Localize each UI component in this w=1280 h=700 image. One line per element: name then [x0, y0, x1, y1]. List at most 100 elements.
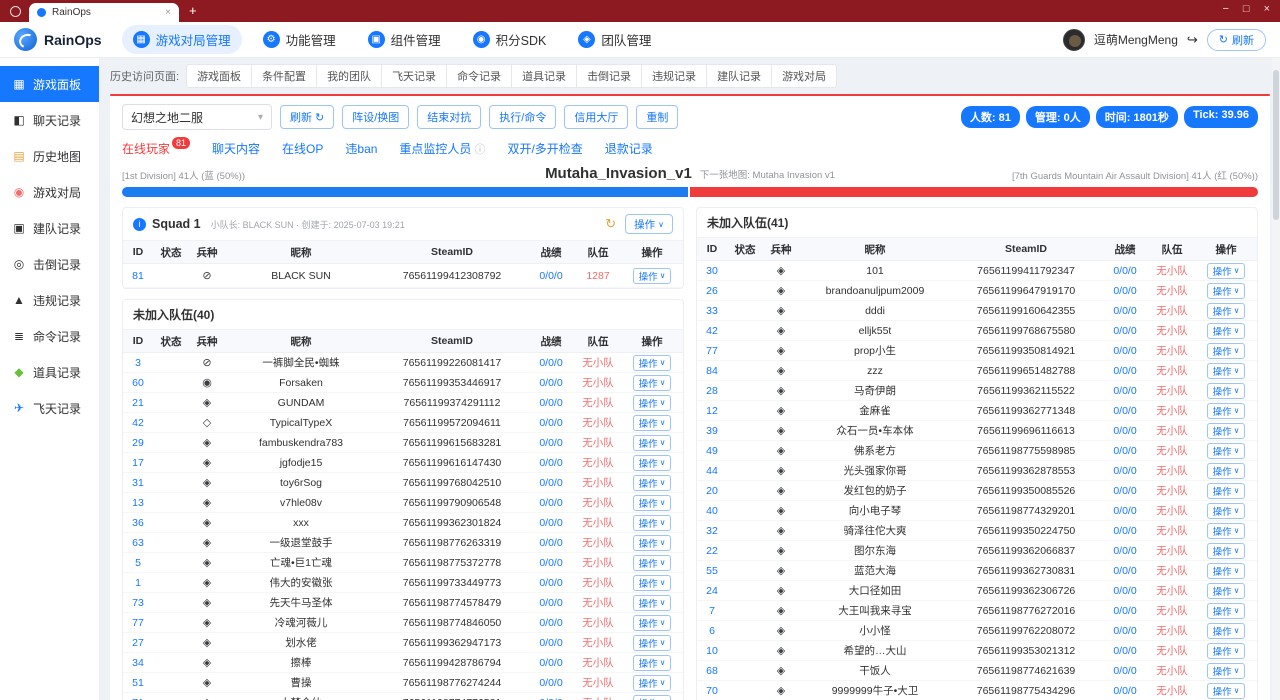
avatar[interactable] — [1063, 29, 1085, 51]
refresh-icon[interactable]: ↻ — [605, 216, 616, 232]
row-action-button[interactable]: 操作 ∨ — [633, 455, 672, 471]
row-action-button[interactable]: 操作 ∨ — [633, 435, 672, 451]
squad-action-button[interactable]: 操作 ∨ — [625, 214, 673, 234]
match-tab[interactable]: 退款记录 — [605, 140, 653, 157]
browser-menu-icon[interactable] — [10, 6, 21, 17]
window-scrollbar[interactable] — [1272, 58, 1280, 700]
sidebar-item[interactable]: ◆ 道具记录 — [0, 354, 99, 390]
toolbar-button[interactable]: 刷新 ↻ — [280, 105, 334, 129]
minimize-icon[interactable]: − — [1222, 3, 1228, 15]
player-id[interactable]: 31 — [123, 477, 153, 489]
player-id[interactable]: 6 — [697, 625, 727, 637]
player-id[interactable]: 68 — [697, 665, 727, 677]
row-action-button[interactable]: 操作 ∨ — [1207, 363, 1246, 379]
row-action-button[interactable]: 操作 ∨ — [633, 268, 672, 284]
row-action-button[interactable]: 操作 ∨ — [633, 475, 672, 491]
history-page-link[interactable]: 游戏面板 — [186, 64, 252, 88]
sidebar-item[interactable]: ▤ 历史地图 — [0, 138, 99, 174]
row-action-button[interactable]: 操作 ∨ — [633, 535, 672, 551]
player-id[interactable]: 26 — [697, 285, 727, 297]
player-id[interactable]: 7 — [697, 605, 727, 617]
logout-icon[interactable]: ↪ — [1187, 32, 1198, 48]
player-id[interactable]: 22 — [697, 545, 727, 557]
player-id[interactable]: 60 — [123, 377, 153, 389]
player-id[interactable]: 36 — [123, 517, 153, 529]
row-action-button[interactable]: 操作 ∨ — [1207, 383, 1246, 399]
player-id[interactable]: 20 — [697, 485, 727, 497]
nav-item[interactable]: ▣ 组件管理 — [357, 25, 452, 54]
player-id[interactable]: 63 — [123, 537, 153, 549]
player-id[interactable]: 42 — [123, 417, 153, 429]
close-icon[interactable]: × — [1264, 3, 1270, 15]
history-page-link[interactable]: 建队记录 — [706, 64, 772, 88]
row-action-button[interactable]: 操作 ∨ — [1207, 403, 1246, 419]
player-id[interactable]: 77 — [123, 617, 153, 629]
row-action-button[interactable]: 操作 ∨ — [1207, 303, 1246, 319]
history-page-link[interactable]: 我的团队 — [316, 64, 382, 88]
row-action-button[interactable]: 操作 ∨ — [633, 415, 672, 431]
maximize-icon[interactable]: □ — [1243, 3, 1250, 15]
row-action-button[interactable]: 操作 ∨ — [633, 675, 672, 691]
toolbar-button[interactable]: 结束对抗 — [417, 105, 481, 129]
player-id[interactable]: 32 — [697, 525, 727, 537]
match-tab[interactable]: 双开/多开检查 — [507, 140, 582, 157]
row-action-button[interactable]: 操作 ∨ — [1207, 523, 1246, 539]
toolbar-button[interactable]: 信用大厅 — [564, 105, 628, 129]
row-action-button[interactable]: 操作 ∨ — [1207, 583, 1246, 599]
match-tab[interactable]: 违ban — [345, 140, 377, 157]
player-id[interactable]: 24 — [697, 585, 727, 597]
sidebar-item[interactable]: ▣ 建队记录 — [0, 210, 99, 246]
row-action-button[interactable]: 操作 ∨ — [1207, 663, 1246, 679]
player-id[interactable]: 30 — [697, 265, 727, 277]
row-action-button[interactable]: 操作 ∨ — [633, 395, 672, 411]
player-id[interactable]: 17 — [123, 457, 153, 469]
row-action-button[interactable]: 操作 ∨ — [1207, 323, 1246, 339]
row-action-button[interactable]: 操作 ∨ — [633, 375, 672, 391]
player-id[interactable]: 10 — [697, 645, 727, 657]
history-page-link[interactable]: 游戏对局 — [771, 64, 837, 88]
history-page-link[interactable]: 条件配置 — [251, 64, 317, 88]
row-action-button[interactable]: 操作 ∨ — [633, 695, 672, 700]
row-action-button[interactable]: 操作 ∨ — [1207, 443, 1246, 459]
player-id[interactable]: 12 — [697, 405, 727, 417]
player-id[interactable]: 1 — [123, 577, 153, 589]
row-action-button[interactable]: 操作 ∨ — [1207, 263, 1246, 279]
match-tab[interactable]: 聊天内容 — [212, 140, 260, 157]
player-id[interactable]: 40 — [697, 505, 727, 517]
match-tab[interactable]: 在线玩家81 — [122, 140, 190, 157]
history-page-link[interactable]: 飞天记录 — [381, 64, 447, 88]
player-id[interactable]: 73 — [123, 597, 153, 609]
row-action-button[interactable]: 操作 ∨ — [1207, 283, 1246, 299]
row-action-button[interactable]: 操作 ∨ — [1207, 603, 1246, 619]
player-id[interactable]: 55 — [697, 565, 727, 577]
player-id[interactable]: 77 — [697, 345, 727, 357]
row-action-button[interactable]: 操作 ∨ — [1207, 643, 1246, 659]
row-action-button[interactable]: 操作 ∨ — [633, 575, 672, 591]
row-action-button[interactable]: 操作 ∨ — [633, 655, 672, 671]
history-page-link[interactable]: 击倒记录 — [576, 64, 642, 88]
nav-item[interactable]: ▦ 游戏对局管理 — [122, 25, 242, 54]
row-action-button[interactable]: 操作 ∨ — [633, 355, 672, 371]
row-action-button[interactable]: 操作 ∨ — [633, 555, 672, 571]
scrollbar-thumb[interactable] — [1273, 70, 1279, 220]
player-id[interactable]: 28 — [697, 385, 727, 397]
match-tab[interactable]: 在线OP — [282, 140, 323, 157]
toolbar-button[interactable]: 执行/命令 — [489, 105, 556, 129]
header-refresh-button[interactable]: ↻ 刷新 — [1207, 29, 1266, 51]
server-select[interactable]: 幻想之地二服 ▾ — [122, 104, 272, 130]
player-id[interactable]: 39 — [697, 425, 727, 437]
tab-close-icon[interactable]: × — [165, 7, 171, 18]
row-action-button[interactable]: 操作 ∨ — [1207, 423, 1246, 439]
row-action-button[interactable]: 操作 ∨ — [1207, 483, 1246, 499]
row-action-button[interactable]: 操作 ∨ — [633, 515, 672, 531]
player-id[interactable]: 42 — [697, 325, 727, 337]
row-action-button[interactable]: 操作 ∨ — [1207, 623, 1246, 639]
player-id[interactable]: 70 — [697, 685, 727, 697]
nav-item[interactable]: ⚙ 功能管理 — [252, 25, 347, 54]
player-id[interactable]: 27 — [123, 637, 153, 649]
match-tab[interactable]: 重点监控人员ⓘ — [399, 140, 485, 157]
row-action-button[interactable]: 操作 ∨ — [1207, 683, 1246, 699]
history-page-link[interactable]: 命令记录 — [446, 64, 512, 88]
player-id[interactable]: 49 — [697, 445, 727, 457]
player-id[interactable]: 13 — [123, 497, 153, 509]
